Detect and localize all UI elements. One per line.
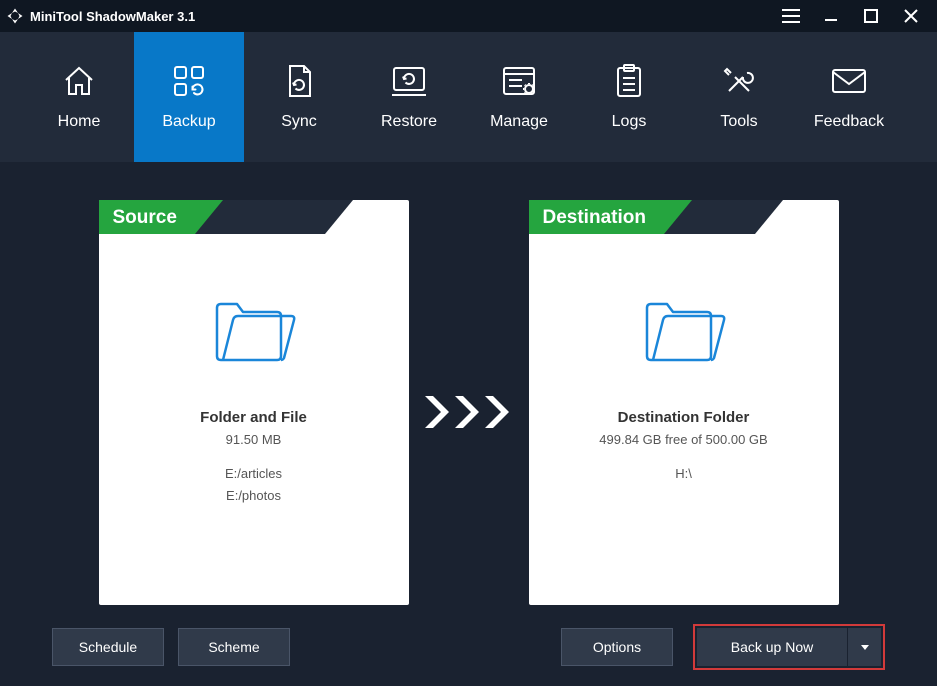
source-size: 91.50 MB [226,432,282,447]
nav-label: Logs [612,113,647,131]
backup-now-button[interactable]: Back up Now [697,628,847,666]
minimize-button[interactable] [811,0,851,32]
schedule-button[interactable]: Schedule [52,628,164,666]
nav-backup[interactable]: Backup [134,32,244,162]
backup-icon [171,63,207,99]
destination-title: Destination Folder [618,409,750,426]
source-header: Source [99,200,195,234]
destination-panel[interactable]: Destination Destination Folder 499.84 GB… [529,200,839,605]
nav-tools[interactable]: Tools [684,32,794,162]
app-title: MiniTool ShadowMaker 3.1 [30,9,195,24]
source-panel[interactable]: Source Folder and File 91.50 MB E:/artic… [99,200,409,605]
nav-feedback[interactable]: Feedback [794,32,904,162]
arrow-icon [419,392,519,437]
app-logo-icon [6,7,24,25]
nav-label: Home [58,113,101,131]
folder-icon [209,290,299,369]
folder-icon [639,290,729,369]
nav-sync[interactable]: Sync [244,32,354,162]
backup-now-group: Back up Now [693,624,885,670]
feedback-icon [829,63,869,99]
bottom-bar: Schedule Scheme Options Back up Now [0,624,937,670]
menu-button[interactable] [771,0,811,32]
main-content: Source Folder and File 91.50 MB E:/artic… [0,162,937,686]
destination-free: 499.84 GB free of 500.00 GB [599,432,767,447]
destination-path: H:\ [675,465,692,483]
source-path: E:/photos [226,487,281,505]
logs-icon [614,63,644,99]
titlebar: MiniTool ShadowMaker 3.1 [0,0,937,32]
nav-restore[interactable]: Restore [354,32,464,162]
sync-icon [284,63,314,99]
main-nav: Home Backup Sync Restore Manage Logs T [0,32,937,162]
home-icon [61,63,97,99]
destination-header: Destination [529,200,664,234]
nav-home[interactable]: Home [24,32,134,162]
nav-label: Feedback [814,113,884,131]
nav-label: Backup [162,113,215,131]
source-path: E:/articles [225,465,282,483]
restore-icon [389,63,429,99]
nav-label: Sync [281,113,317,131]
maximize-button[interactable] [851,0,891,32]
scheme-button[interactable]: Scheme [178,628,290,666]
options-button[interactable]: Options [561,628,673,666]
close-button[interactable] [891,0,931,32]
nav-label: Restore [381,113,437,131]
nav-label: Tools [720,113,757,131]
source-title: Folder and File [200,409,307,426]
nav-label: Manage [490,113,548,131]
nav-logs[interactable]: Logs [574,32,684,162]
nav-manage[interactable]: Manage [464,32,574,162]
backup-now-dropdown[interactable] [847,628,881,666]
manage-icon [500,63,538,99]
tools-icon [721,63,757,99]
